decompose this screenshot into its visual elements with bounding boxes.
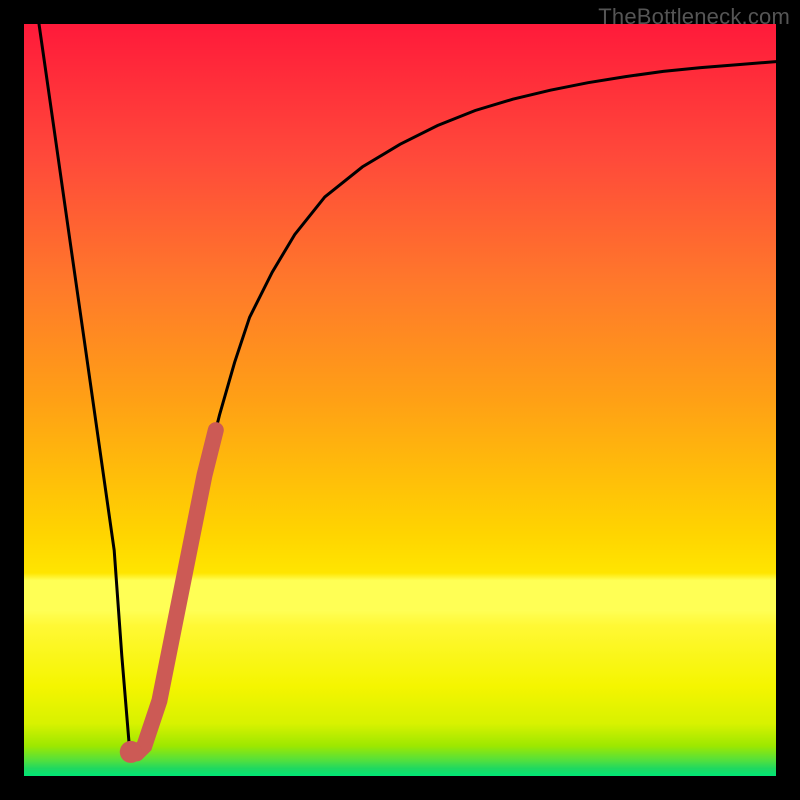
highlight-segment (137, 430, 216, 753)
chart-svg (24, 24, 776, 776)
bottleneck-curve (39, 24, 776, 753)
chart-frame: TheBottleneck.com (0, 0, 800, 800)
plot-area (24, 24, 776, 776)
highlight-dot (120, 741, 142, 763)
